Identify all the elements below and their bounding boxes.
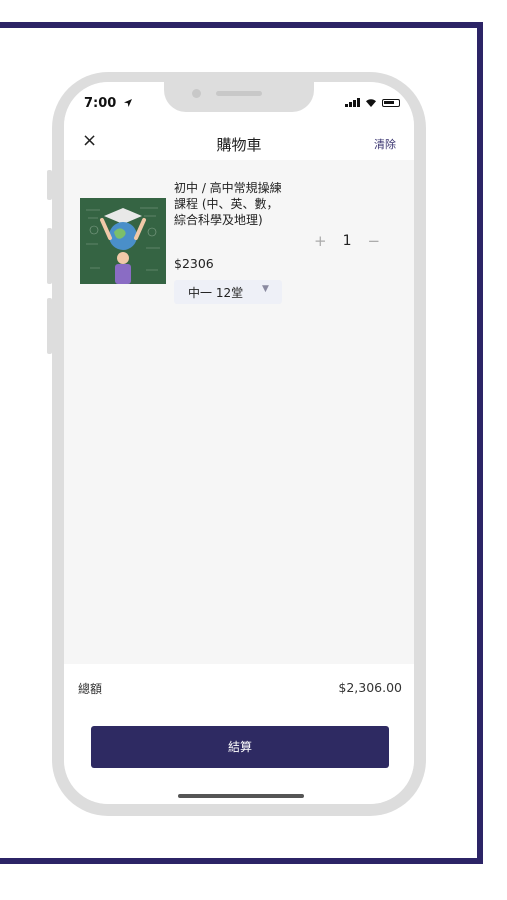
total-label: 總額 (78, 682, 103, 696)
status-icons (345, 98, 400, 107)
total-value: $2,306.00 (338, 680, 402, 695)
increase-quantity-button[interactable]: + (314, 232, 327, 250)
checkout-button[interactable]: 結算 (91, 726, 389, 768)
phone-screen: 7:00 × 購物車 清除 初中 / 高中常規操練課程 (中、英、數，綜合科學及… (64, 82, 414, 804)
variant-select[interactable]: 中一 12堂 ▼ (174, 280, 282, 304)
location-arrow-icon (123, 99, 132, 107)
frame-bottom-border (0, 858, 483, 864)
variant-label: 中一 12堂 (188, 286, 244, 300)
battery-icon (382, 99, 400, 107)
camera-dot (192, 89, 201, 98)
decrease-quantity-button[interactable]: − (368, 232, 381, 250)
page-title: 購物車 (216, 136, 262, 154)
quantity-value: 1 (342, 233, 352, 249)
course-thumbnail-image[interactable] (80, 198, 166, 284)
item-price: $2306 (174, 256, 214, 271)
cart-summary: 總額 $2,306.00 結算 (64, 664, 414, 804)
quantity-stepper: + 1 − (314, 232, 380, 250)
wifi-icon (366, 99, 376, 107)
home-indicator (178, 794, 304, 798)
cart-item: 初中 / 高中常規操練課程 (中、英、數，綜合科學及地理) $2306 中一 1… (64, 170, 414, 320)
item-name: 初中 / 高中常規操練課程 (中、英、數，綜合科學及地理) (174, 181, 282, 227)
phone-notch (164, 82, 314, 112)
frame-right-border (477, 22, 483, 864)
phone-mockup: 7:00 × 購物車 清除 初中 / 高中常規操練課程 (中、英、數，綜合科學及… (52, 72, 426, 816)
clear-cart-button[interactable]: 清除 (374, 136, 396, 152)
signal-icon (345, 98, 360, 107)
top-bar: 7:00 × 購物車 清除 (64, 82, 414, 160)
speaker-grille (216, 91, 262, 96)
status-time: 7:00 (84, 96, 133, 111)
frame-top-border (0, 22, 483, 28)
chevron-down-icon: ▼ (262, 284, 269, 294)
